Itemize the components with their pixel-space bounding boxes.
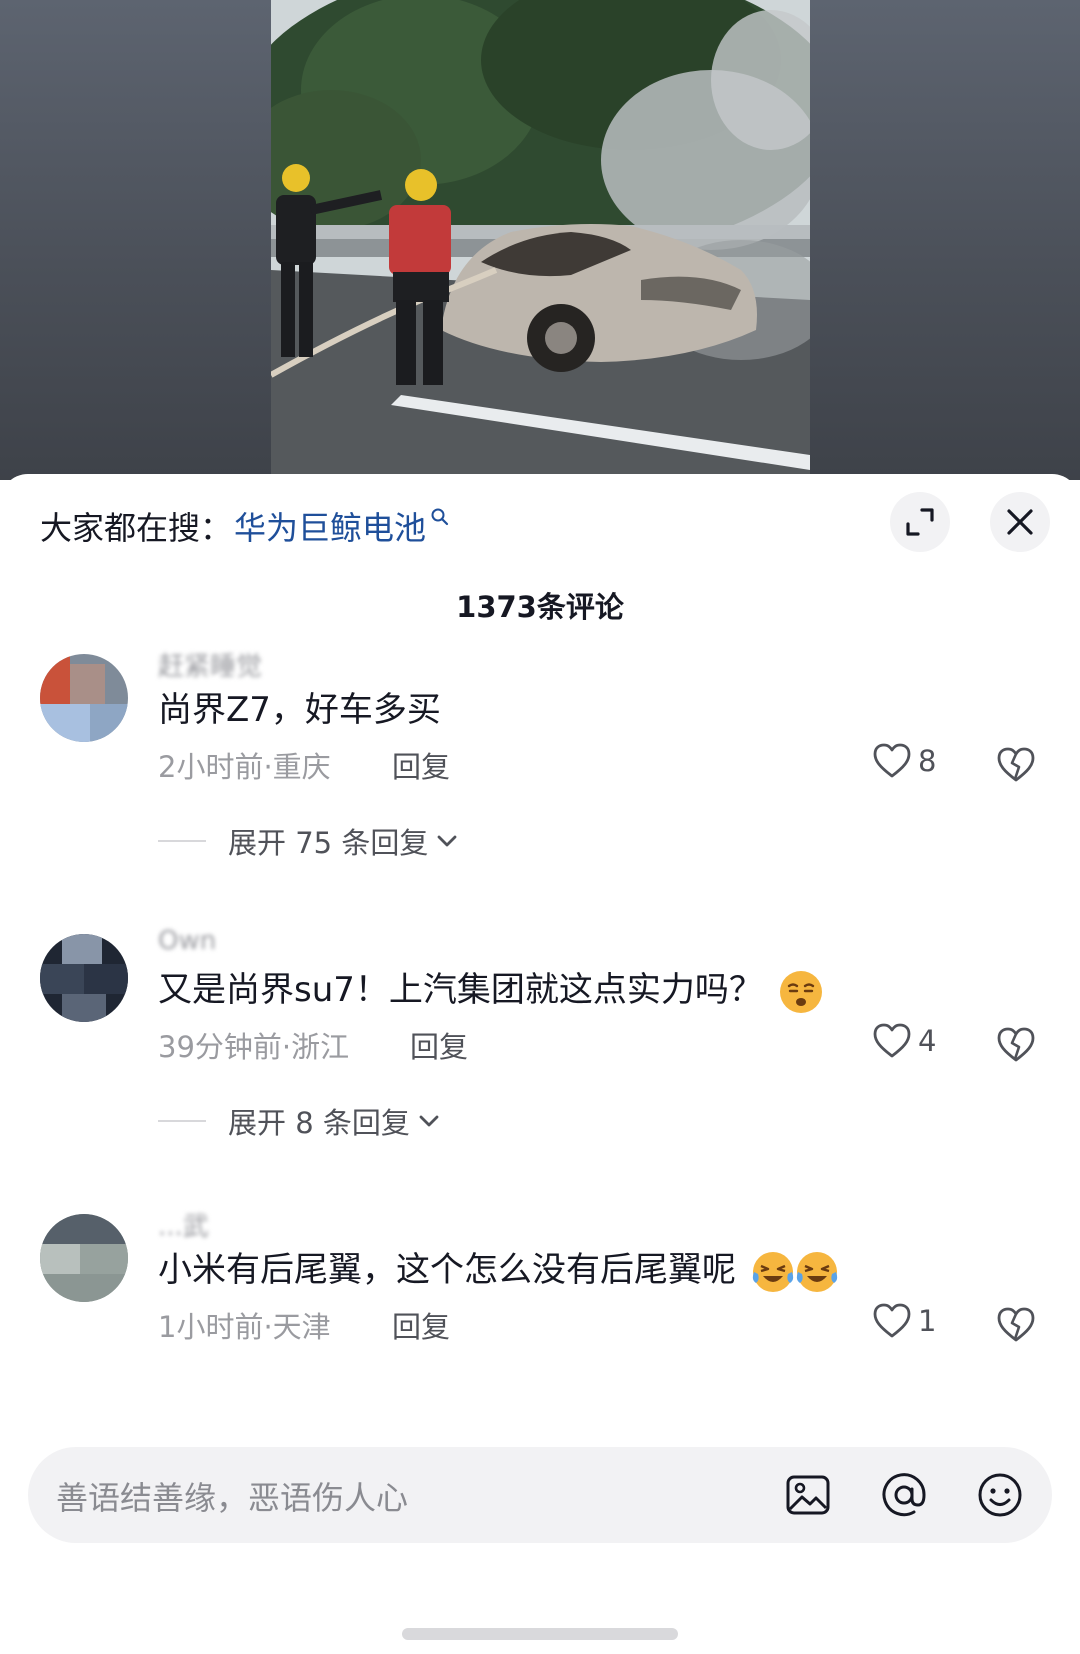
broken-heart-icon xyxy=(997,747,1035,782)
comment-username[interactable]: Own xyxy=(158,926,216,956)
broken-heart-icon xyxy=(997,1027,1035,1062)
like-button[interactable]: 1 xyxy=(872,1302,936,1340)
reply-button[interactable]: 回复 xyxy=(410,1024,468,1066)
comment-text-content: 小米有后尾翼，这个怎么没有后尾翼呢 xyxy=(158,1250,736,1290)
divider-dash xyxy=(158,1120,206,1122)
comment-input-placeholder[interactable]: 善语结善缘，恶语伤人心 xyxy=(56,1473,408,1519)
heart-icon xyxy=(873,743,911,778)
trending-search-term[interactable]: 华为巨鲸电池 xyxy=(234,503,426,549)
avatar[interactable] xyxy=(40,654,128,742)
comment-text: 尚界Z7，好车多买 xyxy=(158,690,441,730)
chevron-down-icon xyxy=(437,835,457,847)
broken-heart-icon xyxy=(997,1307,1035,1342)
trending-search-prefix: 大家都在搜： xyxy=(40,509,233,547)
comment-time-location: 1小时前·天津 xyxy=(158,1310,331,1344)
comment-time-location: 2小时前·重庆 xyxy=(158,750,331,784)
comment-input-bar[interactable]: 善语结善缘，恶语伤人心 xyxy=(28,1447,1052,1543)
close-button[interactable] xyxy=(990,492,1050,552)
heart-icon xyxy=(873,1303,911,1338)
home-indicator[interactable] xyxy=(402,1628,678,1640)
comments-count-title: 1373条评论 xyxy=(456,590,624,624)
like-count: 8 xyxy=(918,744,937,778)
reply-button[interactable]: 回复 xyxy=(392,1304,450,1346)
comment-text: 又是尚界su7！上汽集团就这点实力吗？ xyxy=(158,962,824,1015)
expand-icon xyxy=(906,508,934,536)
expand-replies-button[interactable]: 展开 8 条回复 xyxy=(158,1100,442,1142)
comment-username[interactable]: ...武 xyxy=(158,1206,209,1243)
dislike-button[interactable] xyxy=(996,1026,1036,1068)
laugh-cry-emoji xyxy=(796,1251,837,1292)
reply-button[interactable]: 回复 xyxy=(392,744,450,786)
expand-replies-button[interactable]: 展开 75 条回复 xyxy=(158,820,460,862)
comment-item: ...武 小米有后尾翼，这个怎么没有后尾翼呢 1小时前·天津 回复 1 xyxy=(0,1212,1080,1454)
image-icon[interactable] xyxy=(782,1469,834,1521)
emoji-icon[interactable] xyxy=(974,1469,1026,1521)
comment-time-location: 39分钟前·浙江 xyxy=(158,1030,350,1064)
heart-icon xyxy=(873,1023,911,1058)
like-button[interactable]: 8 xyxy=(872,742,936,780)
video-thumbnail xyxy=(271,0,810,480)
avatar[interactable] xyxy=(40,934,128,1022)
expand-button[interactable] xyxy=(890,492,950,552)
video-player[interactable] xyxy=(0,0,1080,480)
comment-item: Own 又是尚界su7！上汽集团就这点实力吗？ 39分钟前·浙江 回复 4 展开… xyxy=(0,926,1080,1174)
comment-username[interactable]: 赶紧睡觉 xyxy=(158,646,262,683)
close-icon xyxy=(1007,509,1033,535)
chevron-down-icon xyxy=(419,1115,439,1127)
avatar[interactable] xyxy=(40,1214,128,1302)
comment-text-content: 又是尚界su7！上汽集团就这点实力吗？ xyxy=(158,970,763,1010)
video-frame xyxy=(271,0,810,480)
laugh-cry-emoji xyxy=(752,1251,793,1292)
comment-item: 赶紧睡觉 尚界Z7，好车多买 2小时前·重庆 回复 8 展开 75 条回复 xyxy=(0,652,1080,894)
like-count: 1 xyxy=(918,1304,937,1338)
search-icon xyxy=(431,508,449,526)
at-icon[interactable] xyxy=(878,1469,930,1521)
comment-text: 小米有后尾翼，这个怎么没有后尾翼呢 xyxy=(158,1242,839,1294)
expand-replies-label: 展开 75 条回复 xyxy=(228,826,429,860)
dislike-button[interactable] xyxy=(996,1306,1036,1348)
smirk-emoji xyxy=(779,970,822,1013)
dislike-button[interactable] xyxy=(996,746,1036,788)
like-count: 4 xyxy=(918,1024,937,1058)
trending-search[interactable]: 大家都在搜： 华为巨鲸电池 xyxy=(40,498,450,554)
like-button[interactable]: 4 xyxy=(872,1022,936,1060)
divider-dash xyxy=(158,840,206,842)
expand-replies-label: 展开 8 条回复 xyxy=(228,1106,410,1140)
